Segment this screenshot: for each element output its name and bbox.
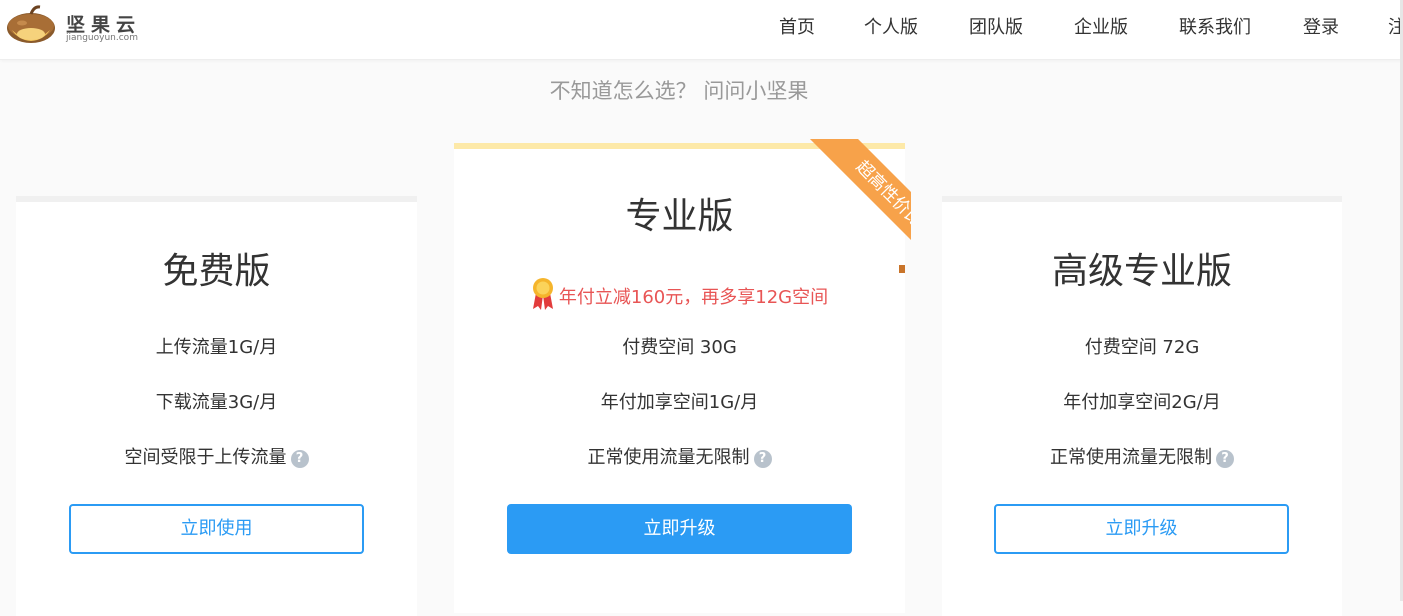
plan-card-free: 免费版 上传流量1G/月 下载流量3G/月 空间受限于上传流量? 立即使用 bbox=[16, 196, 417, 616]
promo-text: 年付立减160元，再多享12G空间 bbox=[558, 287, 829, 308]
plan-feature-with-help: 正常使用流量无限制? bbox=[454, 443, 905, 469]
medal-icon bbox=[532, 278, 553, 310]
top-header: 坚果云 jianguoyun.com 首页 个人版 团队版 企业版 联系我们 登… bbox=[0, 0, 1403, 60]
plan-feature-with-help: 空间受限于上传流量? bbox=[16, 443, 417, 469]
nav-contact[interactable]: 联系我们 bbox=[1179, 13, 1251, 39]
nav-login[interactable]: 登录 bbox=[1303, 13, 1339, 39]
plan-card-premium: 高级专业版 付费空间 72G 年付加享空间2G/月 正常使用流量无限制? 立即升… bbox=[942, 196, 1342, 616]
plan-feature: 年付加享空间1G/月 bbox=[600, 392, 759, 413]
nav-team[interactable]: 团队版 bbox=[969, 13, 1023, 39]
ribbon-fold bbox=[899, 265, 905, 273]
main-nav: 首页 个人版 团队版 企业版 联系我们 登录 注 bbox=[0, 0, 1403, 50]
nav-personal[interactable]: 个人版 bbox=[864, 13, 918, 39]
upgrade-premium-button[interactable]: 立即升级 bbox=[994, 504, 1289, 554]
upgrade-pro-button[interactable]: 立即升级 bbox=[507, 504, 852, 554]
plan-feature: 付费空间 72G bbox=[1084, 337, 1200, 358]
plan-title: 高级专业版 bbox=[1051, 251, 1232, 292]
nav-home[interactable]: 首页 bbox=[779, 13, 815, 39]
plan-feature-text: 正常使用流量无限制 bbox=[587, 447, 750, 468]
plan-feature: 年付加享空间2G/月 bbox=[1063, 392, 1221, 413]
plan-card-pro: 超高性价比 专业版 年付立减160元，再多享12G空间 付费空间 30G 年付加… bbox=[454, 139, 911, 613]
plan-title: 免费版 bbox=[162, 251, 271, 292]
plan-feature: 下载流量3G/月 bbox=[155, 392, 278, 413]
plan-feature: 上传流量1G/月 bbox=[155, 337, 278, 358]
promo-line: 年付立减160元，再多享12G空间 bbox=[454, 277, 905, 311]
plan-feature-text: 空间受限于上传流量 bbox=[124, 447, 287, 468]
help-icon[interactable]: ? bbox=[1216, 450, 1234, 468]
plan-title: 专业版 bbox=[625, 196, 734, 237]
use-now-button[interactable]: 立即使用 bbox=[69, 504, 364, 554]
plan-feature-text: 正常使用流量无限制 bbox=[1050, 447, 1212, 468]
help-icon[interactable]: ? bbox=[753, 450, 772, 468]
plan-feature: 付费空间 30G bbox=[622, 337, 737, 358]
help-icon[interactable]: ? bbox=[290, 450, 309, 468]
help-choose-link[interactable]: 不知道怎么选？ 问问小坚果 bbox=[0, 75, 1358, 105]
plan-feature-with-help: 正常使用流量无限制? bbox=[942, 443, 1342, 469]
nav-enterprise[interactable]: 企业版 bbox=[1074, 13, 1128, 39]
